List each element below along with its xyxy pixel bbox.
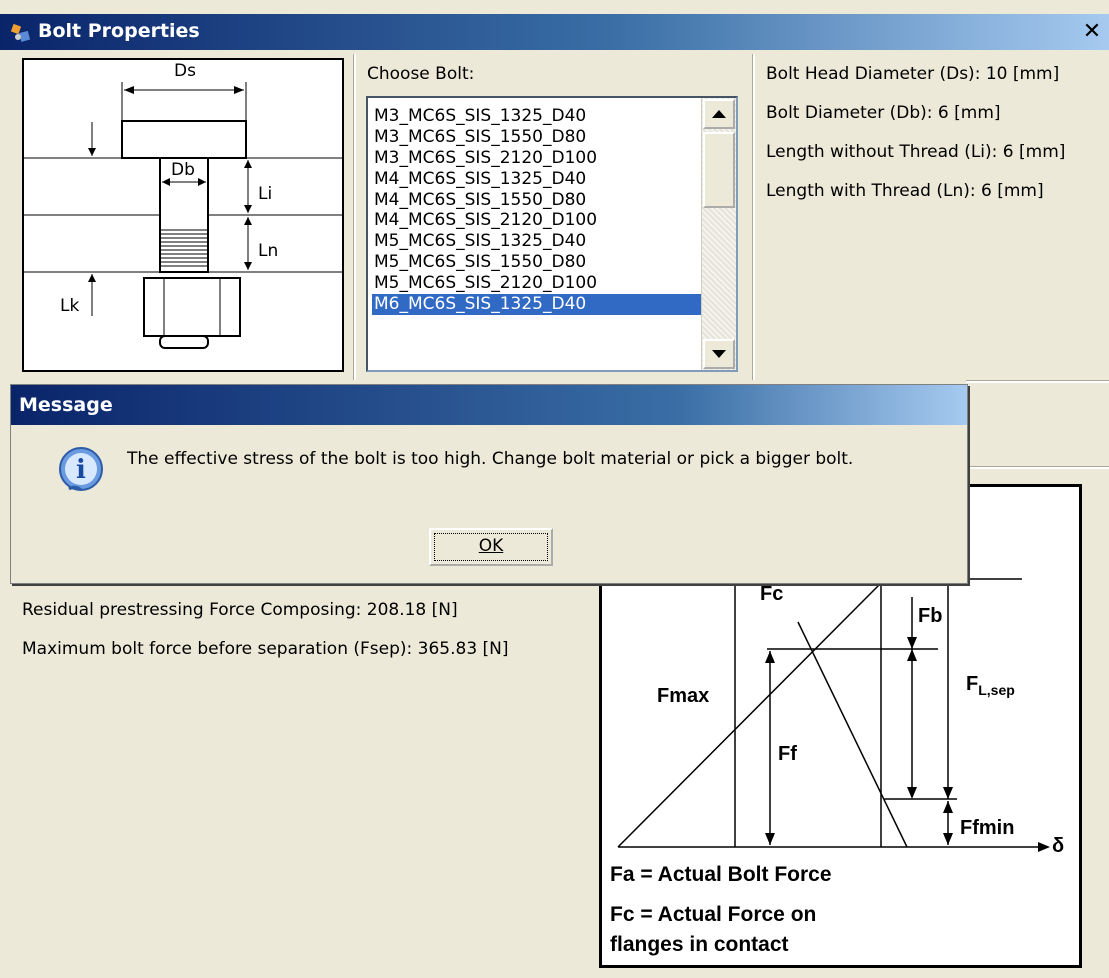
listbox-scrollbar[interactable] [701, 98, 736, 370]
list-item[interactable]: M5_MC6S_SIS_1550_D80 [372, 252, 708, 273]
residual-prestressing-force: Residual prestressing Force Composing: 2… [22, 600, 458, 620]
bolt-diameter: Bolt Diameter (Db): 6 [mm] [766, 103, 1001, 123]
ok-button[interactable]: OK [429, 528, 553, 566]
choose-bolt-label: Choose Bolt: [367, 64, 475, 84]
window-title: Bolt Properties [38, 20, 200, 42]
window-titlebar: Bolt Properties ✕ [0, 14, 1109, 50]
ffmin-label: Ffmin [960, 817, 1015, 839]
arrow-up-icon [712, 110, 726, 118]
separator [966, 380, 1109, 383]
delta-label: δ [1052, 835, 1065, 857]
legend-fc-line1: Fc = Actual Force on [610, 903, 817, 926]
list-item[interactable]: M3_MC6S_SIS_1325_D40 [372, 106, 708, 127]
li-label: Li [258, 184, 273, 204]
bolt-head-diameter: Bolt Head Diameter (Ds): 10 [mm] [766, 64, 1060, 84]
fc-label: Fc [760, 583, 784, 605]
ds-label: Ds [174, 61, 196, 81]
ln-label: Ln [258, 241, 279, 261]
length-without-thread: Length without Thread (Li): 6 [mm] [766, 142, 1066, 162]
arrow-down-icon [712, 350, 726, 358]
separator [353, 54, 356, 380]
scroll-down-button[interactable] [703, 339, 735, 369]
bolt-diagram-panel: Ds Db Li Ln Lk [22, 58, 344, 372]
dialog-title: Message [11, 385, 967, 425]
legend-fa: Fa = Actual Bolt Force [610, 863, 832, 886]
separator [752, 54, 755, 380]
svg-text:i: i [76, 455, 86, 485]
list-item[interactable]: M4_MC6S_SIS_2120_D100 [372, 210, 708, 231]
close-button[interactable]: ✕ [1079, 18, 1105, 46]
lk-label: Lk [60, 296, 80, 316]
scroll-thumb[interactable] [703, 132, 735, 208]
list-item[interactable]: M4_MC6S_SIS_1325_D40 [372, 169, 708, 190]
fl-sep-label: FL,sep [966, 673, 1015, 698]
max-bolt-force: Maximum bolt force before separation (Fs… [22, 639, 509, 659]
list-item[interactable]: M5_MC6S_SIS_2120_D100 [372, 273, 708, 294]
list-item[interactable]: M3_MC6S_SIS_1550_D80 [372, 127, 708, 148]
bolt-app-icon [10, 23, 31, 42]
message-dialog: Message i The effective stress of the bo… [10, 384, 968, 584]
dialog-message: The effective stress of the bolt is too … [127, 449, 854, 469]
list-item[interactable]: M3_MC6S_SIS_2120_D100 [372, 148, 708, 169]
list-item-selected[interactable]: M6_MC6S_SIS_1325_D40 [372, 294, 708, 315]
list-item[interactable]: M5_MC6S_SIS_1325_D40 [372, 231, 708, 252]
length-with-thread: Length with Thread (Ln): 6 [mm] [766, 181, 1044, 201]
list-item[interactable]: M4_MC6S_SIS_1550_D80 [372, 190, 708, 211]
bolt-listbox[interactable]: M3_MC6S_SIS_1325_D40 M3_MC6S_SIS_1550_D8… [366, 96, 738, 372]
separator [966, 466, 1109, 469]
legend-fc-line2: flanges in contact [610, 933, 789, 956]
db-label: Db [171, 160, 195, 180]
fmax-label: Fmax [657, 685, 710, 707]
bolt-diagram [24, 82, 342, 349]
fb-label: Fb [918, 605, 943, 627]
info-icon: i [59, 447, 103, 492]
scroll-up-button[interactable] [703, 99, 735, 129]
ff-label: Ff [778, 743, 797, 765]
